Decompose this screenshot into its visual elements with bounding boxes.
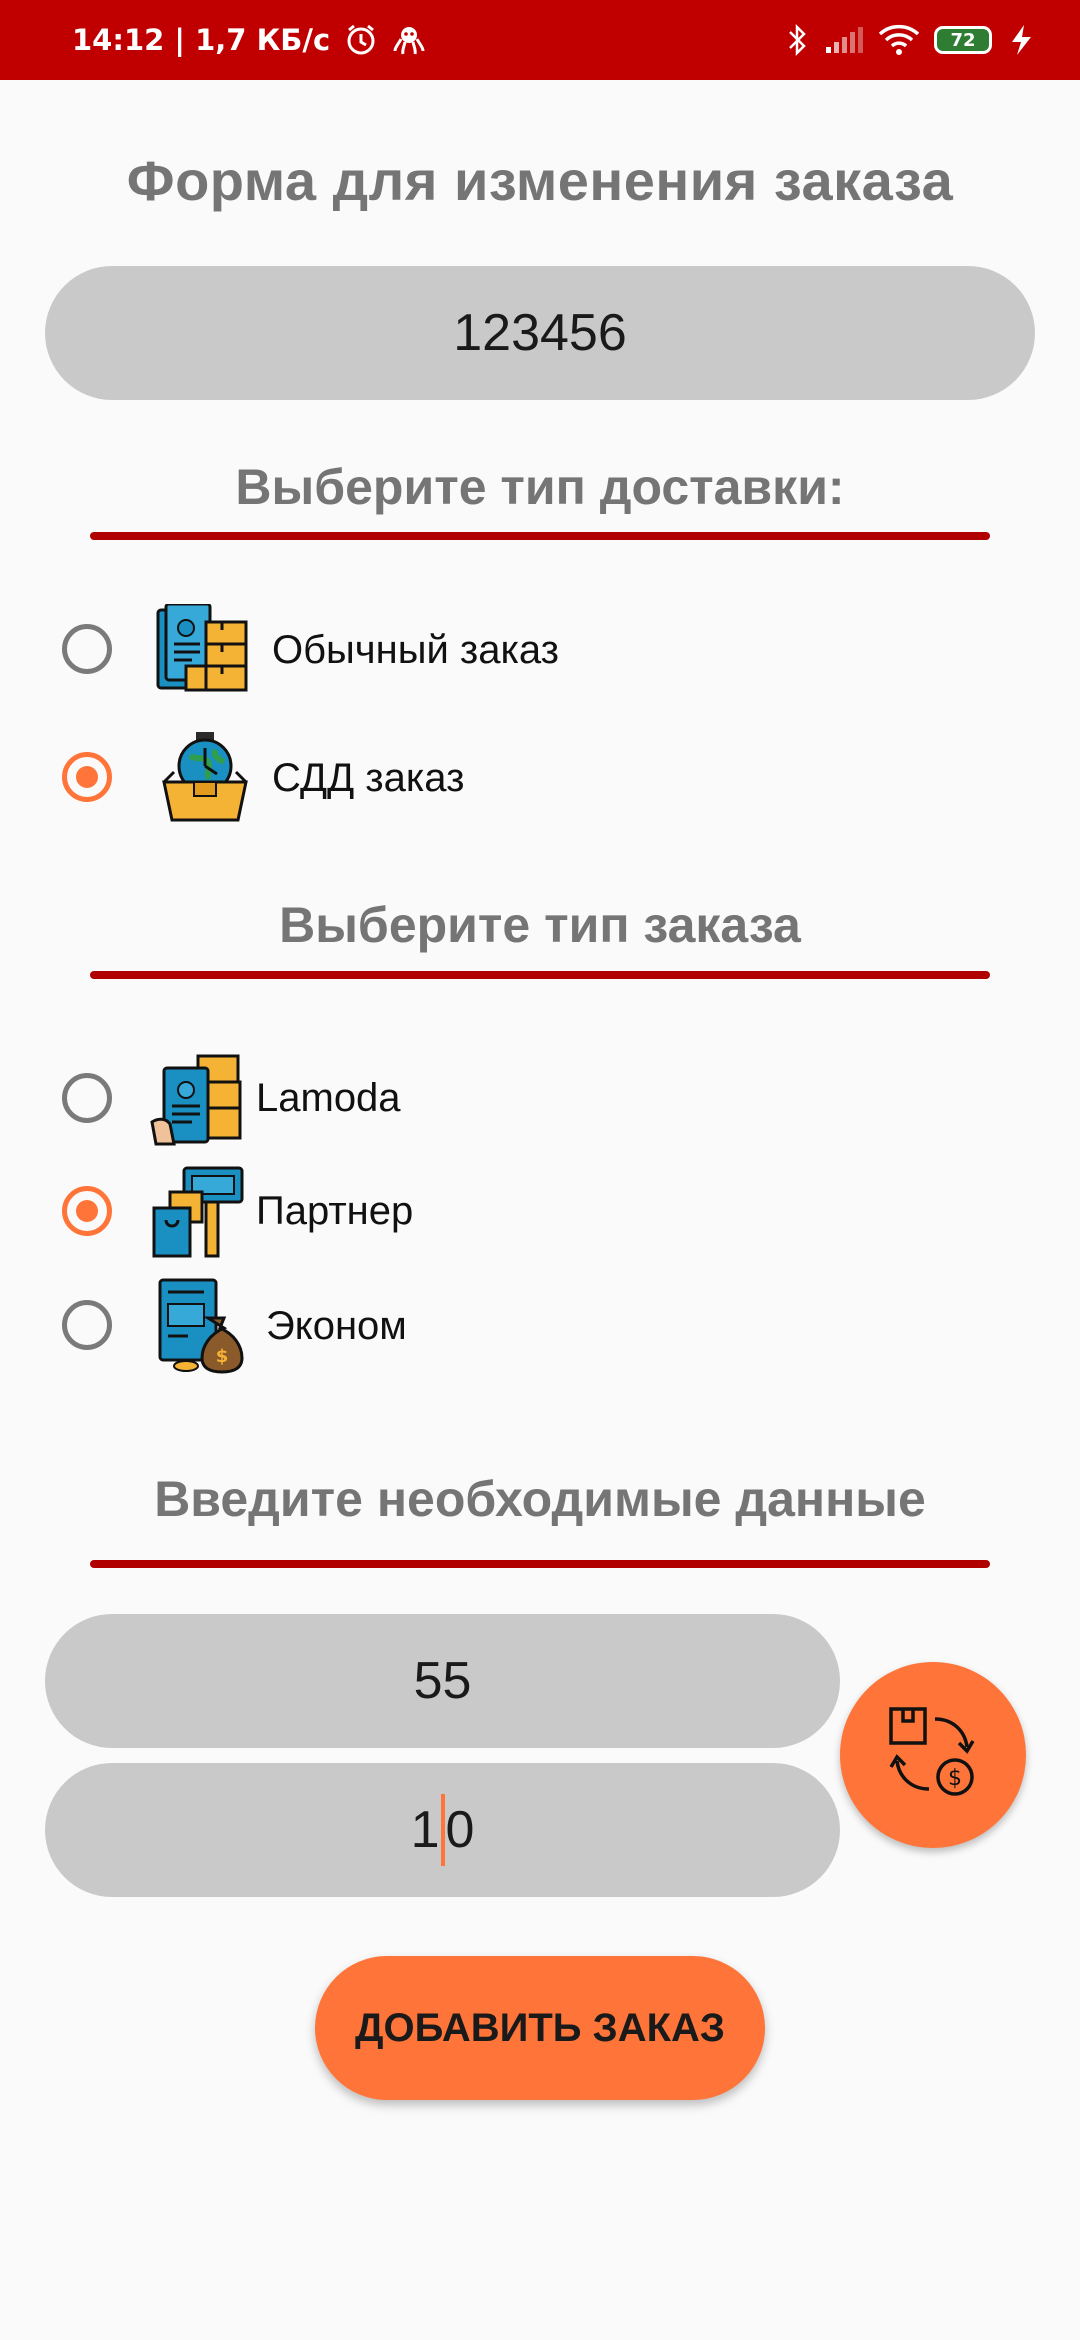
radio-label-regular-order: Обычный заказ [272,628,560,672]
charging-icon [1006,23,1036,57]
boxes-sign-icon [150,1164,246,1265]
box-exchange-money-icon: $ [883,1703,983,1808]
radio-label-lamoda: Lamoda [256,1076,401,1120]
status-bar: 14:12 | 1,7 КБ/с 72 [0,0,1080,80]
radio-label-econom: Эконом [266,1304,407,1348]
order-type-divider [90,971,990,979]
hand-boxes-icon [150,1052,246,1153]
data-entry-heading: Введите необходимые данные [154,1471,926,1527]
radio-label-partner: Партнер [256,1189,414,1233]
radio-econom[interactable] [62,1300,112,1350]
documents-boxes-icon [156,602,250,701]
status-time-speed: 14:12 | 1,7 КБ/с [72,23,331,57]
radio-lamoda[interactable] [62,1073,112,1123]
battery-level: 72 [950,29,976,51]
alarm-icon [344,23,378,57]
order-type-heading: Выберите тип заказа [279,897,801,953]
radio-partner[interactable] [62,1186,112,1236]
globe-box-icon [160,730,250,829]
add-order-button[interactable]: ДОБАВИТЬ ЗАКАЗ [315,1956,765,2100]
radio-label-sdd-order: СДД заказ [272,756,465,800]
wifi-icon [878,24,920,56]
data-input-2-text-after: 0 [445,1801,475,1859]
delivery-divider [90,532,990,540]
order-number-input[interactable]: 123456 [45,266,1035,400]
bluetooth-icon [786,23,810,57]
document-money-bag-icon: $ [156,1278,248,1379]
calculate-fab-button[interactable]: $ [840,1662,1026,1848]
octopus-icon [392,23,426,57]
delivery-type-heading: Выберите тип доставки: [235,459,845,515]
data-entry-divider [90,1560,990,1568]
text-caret [440,1794,445,1866]
status-bar-left: 14:12 | 1,7 КБ/с [72,23,426,57]
svg-text:$: $ [948,1766,962,1791]
data-input-2-text-before: 1 [410,1801,440,1859]
signal-icon [824,25,864,55]
page-title: Форма для изменения заказа [126,149,954,212]
battery-icon: 72 [934,26,992,54]
radio-sdd-order[interactable] [62,752,112,802]
data-input-2[interactable]: 10 [45,1763,840,1897]
status-bar-right: 72 [786,23,1036,57]
svg-text:$: $ [216,1346,229,1367]
data-input-1[interactable]: 55 [45,1614,840,1748]
radio-regular-order[interactable] [62,624,112,674]
